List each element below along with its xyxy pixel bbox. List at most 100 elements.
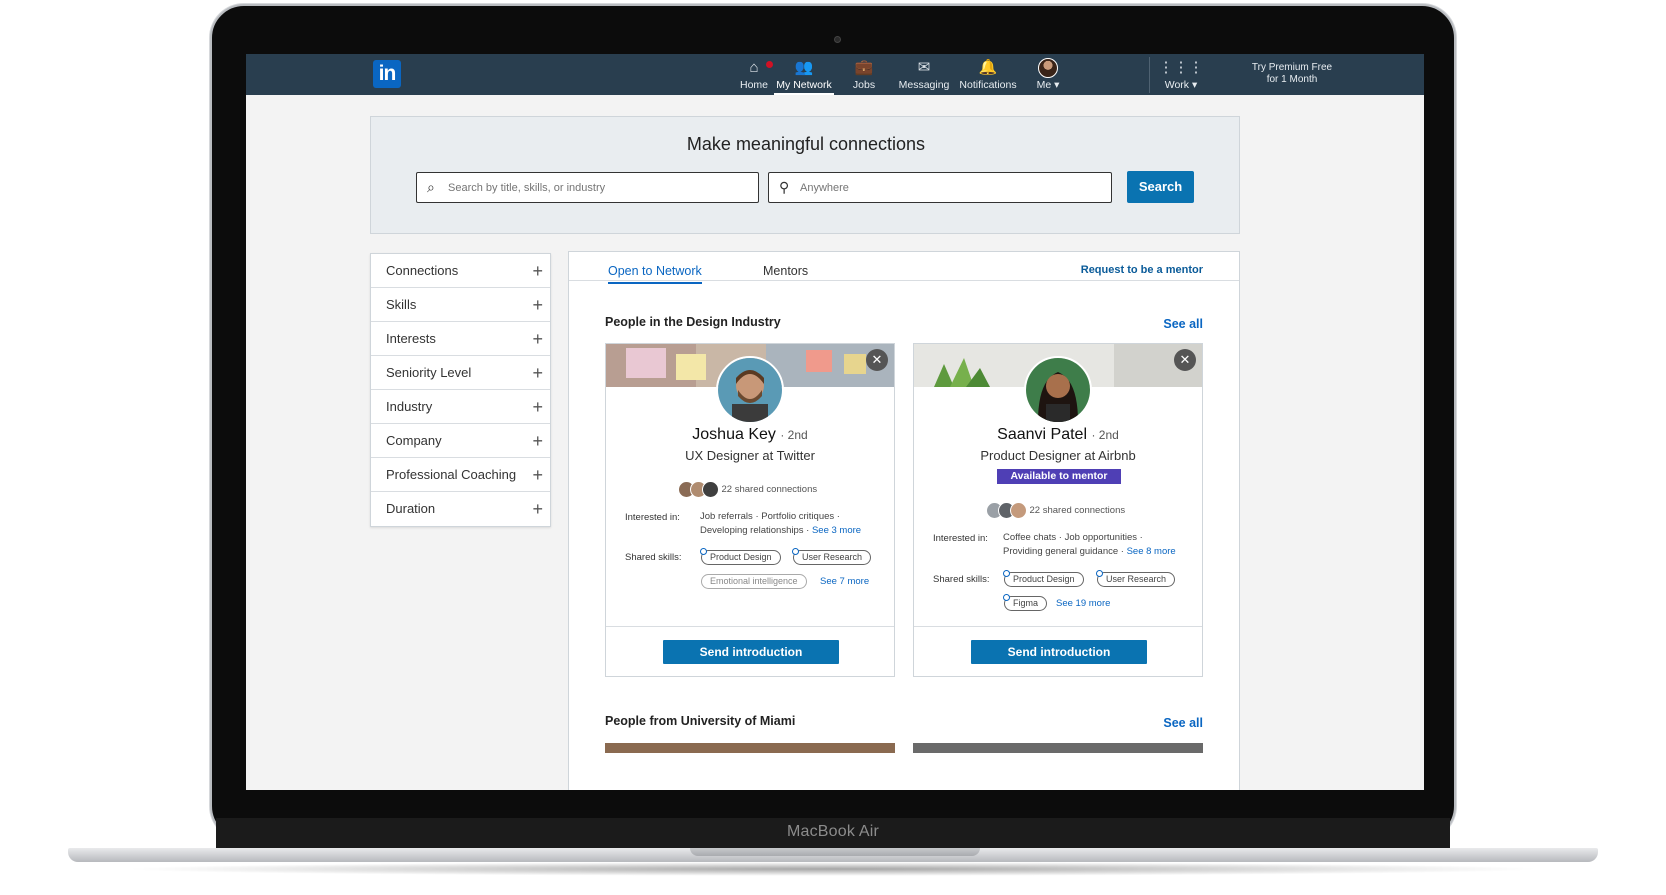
avatar[interactable]: [716, 356, 784, 424]
skill-pill[interactable]: Figma: [1003, 594, 1048, 611]
interest-item: Job referrals: [700, 511, 753, 522]
bell-icon: 🔔: [978, 59, 998, 76]
filter-connections[interactable]: Connections +: [371, 254, 550, 288]
avatar: [1009, 502, 1027, 519]
plus-icon: +: [532, 363, 543, 383]
see-all-link[interactable]: See all: [1163, 716, 1203, 730]
interests-list: Job referrals · Portfolio critiques · De…: [700, 511, 862, 536]
interest-item: Developing relationships: [700, 525, 804, 536]
see-all-link[interactable]: See all: [1163, 317, 1203, 331]
interested-label: Interested in:: [933, 533, 988, 544]
avatar-image: [718, 358, 782, 422]
see-more-skills-link[interactable]: See 19 more: [1056, 597, 1110, 611]
nav-messaging[interactable]: ✉ Messaging: [898, 57, 950, 95]
linkedin-logo[interactable]: in: [373, 60, 401, 88]
laptop-frame: MacBook Air in ⌂ Home 👥 My Network 💼 Job…: [0, 0, 1666, 895]
search-field[interactable]: ⌕: [416, 172, 759, 203]
shared-connections[interactable]: 22 shared connections: [914, 502, 1202, 519]
plus-icon: +: [532, 261, 543, 281]
shared-count: 22 shared connections: [1029, 505, 1126, 517]
skill-label: User Research: [802, 552, 863, 562]
shared-count: 22 shared connections: [721, 484, 818, 496]
name-text: Joshua Key: [692, 426, 776, 443]
briefcase-icon: 💼: [854, 59, 874, 76]
location-field[interactable]: ⚲: [768, 172, 1112, 203]
people-icon: 👥: [794, 59, 814, 76]
send-introduction-button[interactable]: Send introduction: [971, 640, 1147, 664]
caret-down-icon: ▾: [1191, 79, 1198, 91]
dismiss-button[interactable]: ✕: [866, 349, 888, 371]
filter-label: Connections: [386, 263, 459, 278]
interest-item: Providing general guidance: [1003, 546, 1119, 557]
dismiss-button[interactable]: ✕: [1174, 349, 1196, 371]
card-footer: Send introduction: [606, 626, 894, 676]
profile-name[interactable]: Saanvi Patel · 2nd: [914, 426, 1202, 444]
nav-me[interactable]: Me ▾: [1028, 57, 1068, 95]
skill-pill[interactable]: Product Design: [1003, 570, 1084, 587]
skill-pill[interactable]: User Research: [1096, 570, 1176, 587]
nav-notifications[interactable]: 🔔 Notifications: [957, 57, 1019, 95]
filter-skills[interactable]: Skills +: [371, 288, 550, 322]
mentor-badge: Available to mentor: [997, 469, 1121, 484]
profile-name[interactable]: Joshua Key · 2nd: [606, 426, 894, 444]
laptop-notch: [690, 848, 980, 856]
filter-label: Duration: [386, 501, 436, 516]
tab-open-to-network[interactable]: Open to Network: [608, 264, 702, 284]
filter-interests[interactable]: Interests +: [371, 322, 550, 356]
laptop-shadow: [120, 862, 1546, 876]
filter-panel: Connections + Skills + Interests + Seniorit…: [370, 253, 551, 527]
interested-label: Interested in:: [625, 512, 680, 523]
connection-degree: · 2nd: [1091, 428, 1119, 442]
results-panel: Open to Network Mentors Request to be a …: [568, 251, 1240, 790]
filter-coaching[interactable]: Professional Coaching +: [371, 458, 550, 492]
filter-company[interactable]: Company +: [371, 424, 550, 458]
skill-label: Product Design: [1013, 574, 1075, 584]
tab-mentors[interactable]: Mentors: [763, 264, 808, 282]
skill-label: Figma: [1013, 598, 1039, 608]
skill-label: User Research: [1106, 574, 1167, 584]
profile-card: ✕ Saanvi Patel · 2nd Product Designer at…: [913, 343, 1203, 677]
interests-list: Coffee chats · Job opportunities · Provi…: [1003, 532, 1176, 557]
location-input[interactable]: [800, 173, 1100, 202]
search-button[interactable]: Search: [1127, 171, 1194, 203]
filter-seniority[interactable]: Seniority Level +: [371, 356, 550, 390]
search-hero: Make meaningful connections ⌕ ⚲ Search: [370, 116, 1240, 234]
nav-jobs[interactable]: 💼 Jobs: [846, 57, 882, 95]
filter-duration[interactable]: Duration +: [371, 492, 550, 526]
interest-item: Portfolio critiques: [761, 511, 835, 522]
request-mentor-link[interactable]: Request to be a mentor: [1081, 264, 1203, 276]
skills-label: Shared skills:: [933, 574, 990, 585]
name-text: Saanvi Patel: [997, 426, 1088, 443]
nav-work[interactable]: ⋮⋮⋮ Work ▾: [1156, 57, 1206, 95]
skill-dot-icon: [700, 548, 707, 555]
plus-icon: +: [532, 295, 543, 315]
skill-pill[interactable]: Emotional intelligence: [701, 574, 807, 589]
filter-label: Seniority Level: [386, 365, 472, 380]
search-input[interactable]: [448, 173, 748, 202]
avatar[interactable]: [1024, 356, 1092, 424]
see-more-link[interactable]: See 3 more: [812, 525, 861, 536]
filter-industry[interactable]: Industry +: [371, 390, 550, 424]
premium-line2: for 1 Month: [1266, 74, 1318, 85]
send-introduction-button[interactable]: Send introduction: [663, 640, 839, 664]
card-footer: Send introduction: [914, 626, 1202, 676]
skill-pill[interactable]: User Research: [792, 548, 872, 565]
caret-down-icon: ▾: [1054, 79, 1060, 91]
filter-label: Skills: [386, 297, 417, 312]
card-banner-partial: [605, 743, 895, 753]
plus-icon: +: [532, 465, 543, 485]
skill-label: Emotional intelligence: [710, 576, 798, 586]
nav-divider: [1149, 57, 1150, 93]
nav-label: Jobs: [852, 79, 876, 91]
nav-home[interactable]: ⌂ Home: [736, 57, 774, 95]
premium-link[interactable]: Try Premium Free for 1 Month: [1236, 62, 1348, 86]
nav-my-network[interactable]: 👥 My Network: [774, 57, 834, 95]
shared-connections[interactable]: 22 shared connections: [606, 481, 894, 498]
see-more-skills-link[interactable]: See 7 more: [820, 575, 869, 589]
see-more-link[interactable]: See 8 more: [1127, 546, 1176, 557]
skill-dot-icon: [1003, 594, 1010, 601]
nav-label: My Network: [776, 79, 832, 91]
nav-label: Work: [1164, 79, 1190, 91]
skill-pill[interactable]: Product Design: [700, 548, 781, 565]
location-pin-icon: ⚲: [779, 179, 790, 195]
